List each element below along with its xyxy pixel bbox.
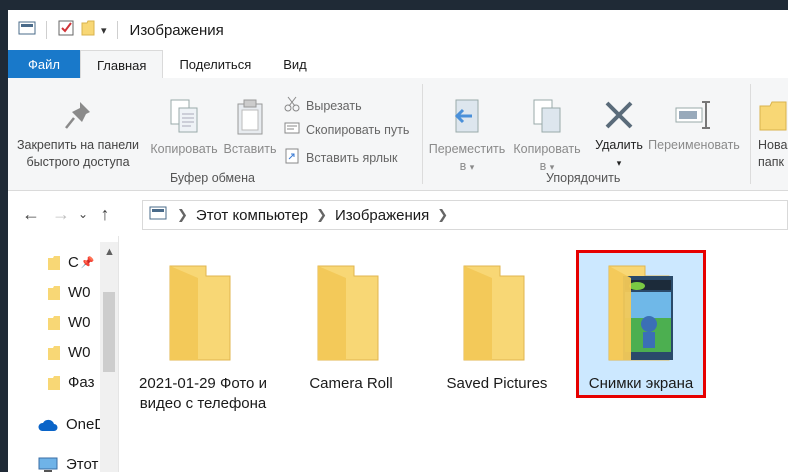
delete-dropdown-icon: ▾: [616, 158, 622, 168]
sidebar-item-folder[interactable]: Фаз: [48, 374, 94, 391]
ribbon-tabs: Файл Главная Поделиться Вид: [8, 50, 788, 79]
copy-icon: [167, 99, 201, 139]
sidebar-item-this-pc[interactable]: Этот: [38, 456, 98, 472]
scissors-icon: [284, 96, 300, 115]
breadcrumb-separator-icon[interactable]: ❯: [437, 207, 448, 223]
pane-divider[interactable]: [118, 236, 119, 472]
folder-icon: [48, 255, 60, 270]
folder-icon: [48, 375, 60, 390]
explorer-window: ▾ Изображения Файл Главная Поделиться Ви…: [8, 10, 788, 472]
tab-view[interactable]: Вид: [267, 50, 323, 78]
rename-icon: [674, 101, 714, 135]
folder-icon: [48, 345, 60, 360]
ribbon: Закрепить на панели быстрого доступа Коп…: [8, 78, 788, 191]
folder-icon: [48, 315, 60, 330]
copy-path-button[interactable]: Скопировать путь: [284, 122, 409, 137]
address-bar[interactable]: ❯ Этот компьютер ❯ Изображения ❯: [142, 200, 788, 230]
pin-icon: [62, 102, 94, 135]
paste-button[interactable]: Вставить: [222, 98, 278, 158]
sidebar-item-folder[interactable]: W0: [48, 314, 91, 331]
sidebar-scrollbar[interactable]: ▲: [100, 242, 118, 472]
navigation-bar: ← → ⌄ ↑ ❯ Этот компьютер ❯ Изображения ❯: [8, 196, 788, 232]
sidebar-item-pinned-folder[interactable]: С 📌: [48, 254, 95, 271]
folder-item[interactable]: 2021-01-29 Фото и видео с телефона: [138, 264, 268, 414]
folder-icon: [462, 265, 532, 368]
scrollbar-thumb[interactable]: [103, 292, 115, 372]
tab-file[interactable]: Файл: [8, 50, 80, 78]
back-arrow-icon[interactable]: ←: [16, 204, 46, 225]
window-title: Изображения: [129, 21, 224, 39]
shortcut-icon: [284, 148, 300, 167]
tab-share[interactable]: Поделиться: [163, 50, 267, 78]
cut-button[interactable]: Вырезать: [284, 96, 362, 115]
sidebar-item-folder[interactable]: W0: [48, 284, 91, 301]
folder-icon: [316, 265, 386, 368]
new-folder-icon: [758, 101, 788, 135]
folder-icon: [168, 265, 238, 368]
computer-icon: [38, 457, 58, 472]
folder-item[interactable]: Camera Roll: [286, 264, 416, 394]
copy-to-icon: [530, 99, 564, 139]
recent-locations-chevron-icon[interactable]: ⌄: [76, 207, 90, 221]
folder-item-selected[interactable]: Снимки экрана: [576, 264, 706, 394]
breadcrumb-separator-icon[interactable]: ❯: [316, 207, 327, 223]
copy-path-icon: [284, 122, 300, 137]
ribbon-group-divider: [422, 84, 423, 184]
properties-icon[interactable]: [57, 19, 75, 42]
copy-button[interactable]: Копировать: [146, 98, 222, 158]
this-pc-icon: [149, 206, 167, 224]
paste-shortcut-button[interactable]: Вставить ярлык: [284, 148, 398, 167]
breadcrumb-this-pc[interactable]: Этот компьютер: [196, 207, 308, 224]
up-arrow-icon[interactable]: ↑: [90, 204, 120, 225]
forward-arrow-icon[interactable]: →: [46, 204, 76, 225]
folder-item[interactable]: Saved Pictures: [432, 264, 562, 394]
sidebar-item-folder[interactable]: W0: [48, 344, 91, 361]
tab-home[interactable]: Главная: [79, 50, 164, 79]
ribbon-group-divider: [750, 84, 751, 184]
rename-button[interactable]: Переименовать: [646, 98, 742, 154]
paste-icon: [234, 99, 266, 139]
new-folder-button[interactable]: Нова папк: [758, 98, 788, 171]
folder-with-screenshot-icon: [603, 265, 679, 368]
folder-icon: [48, 285, 60, 300]
new-folder-qa-icon[interactable]: [81, 19, 95, 42]
move-to-icon: [450, 99, 484, 139]
move-to-button[interactable]: Переместить в ▾: [426, 98, 508, 176]
breadcrumb-separator-icon[interactable]: ❯: [177, 207, 188, 223]
title-bar: ▾ Изображения: [8, 10, 788, 50]
scroll-up-chevron-icon[interactable]: ▲: [104, 246, 115, 258]
delete-button[interactable]: Удалить ▾: [592, 98, 646, 172]
copy-to-button[interactable]: Копировать в ▾: [508, 98, 586, 176]
onedrive-cloud-icon: [38, 419, 58, 431]
customize-qa-dropdown-icon[interactable]: ▾: [101, 24, 107, 37]
group-label-clipboard: Буфер обмена: [170, 171, 255, 185]
quick-access-toolbar: ▾: [18, 19, 122, 42]
group-label-organize: Упорядочить: [546, 171, 621, 185]
window-icon[interactable]: [18, 20, 36, 41]
pin-quick-access-button[interactable]: Закрепить на панели быстрого доступа: [12, 98, 144, 171]
sidebar-item-onedrive[interactable]: OneD: [38, 416, 105, 433]
pin-icon: 📌: [80, 257, 95, 269]
navigation-pane: С 📌 W0 W0 W0 Фаз OneD Этот ▲: [8, 242, 118, 472]
breadcrumb-pictures[interactable]: Изображения: [335, 207, 429, 224]
delete-x-icon: [602, 101, 636, 135]
